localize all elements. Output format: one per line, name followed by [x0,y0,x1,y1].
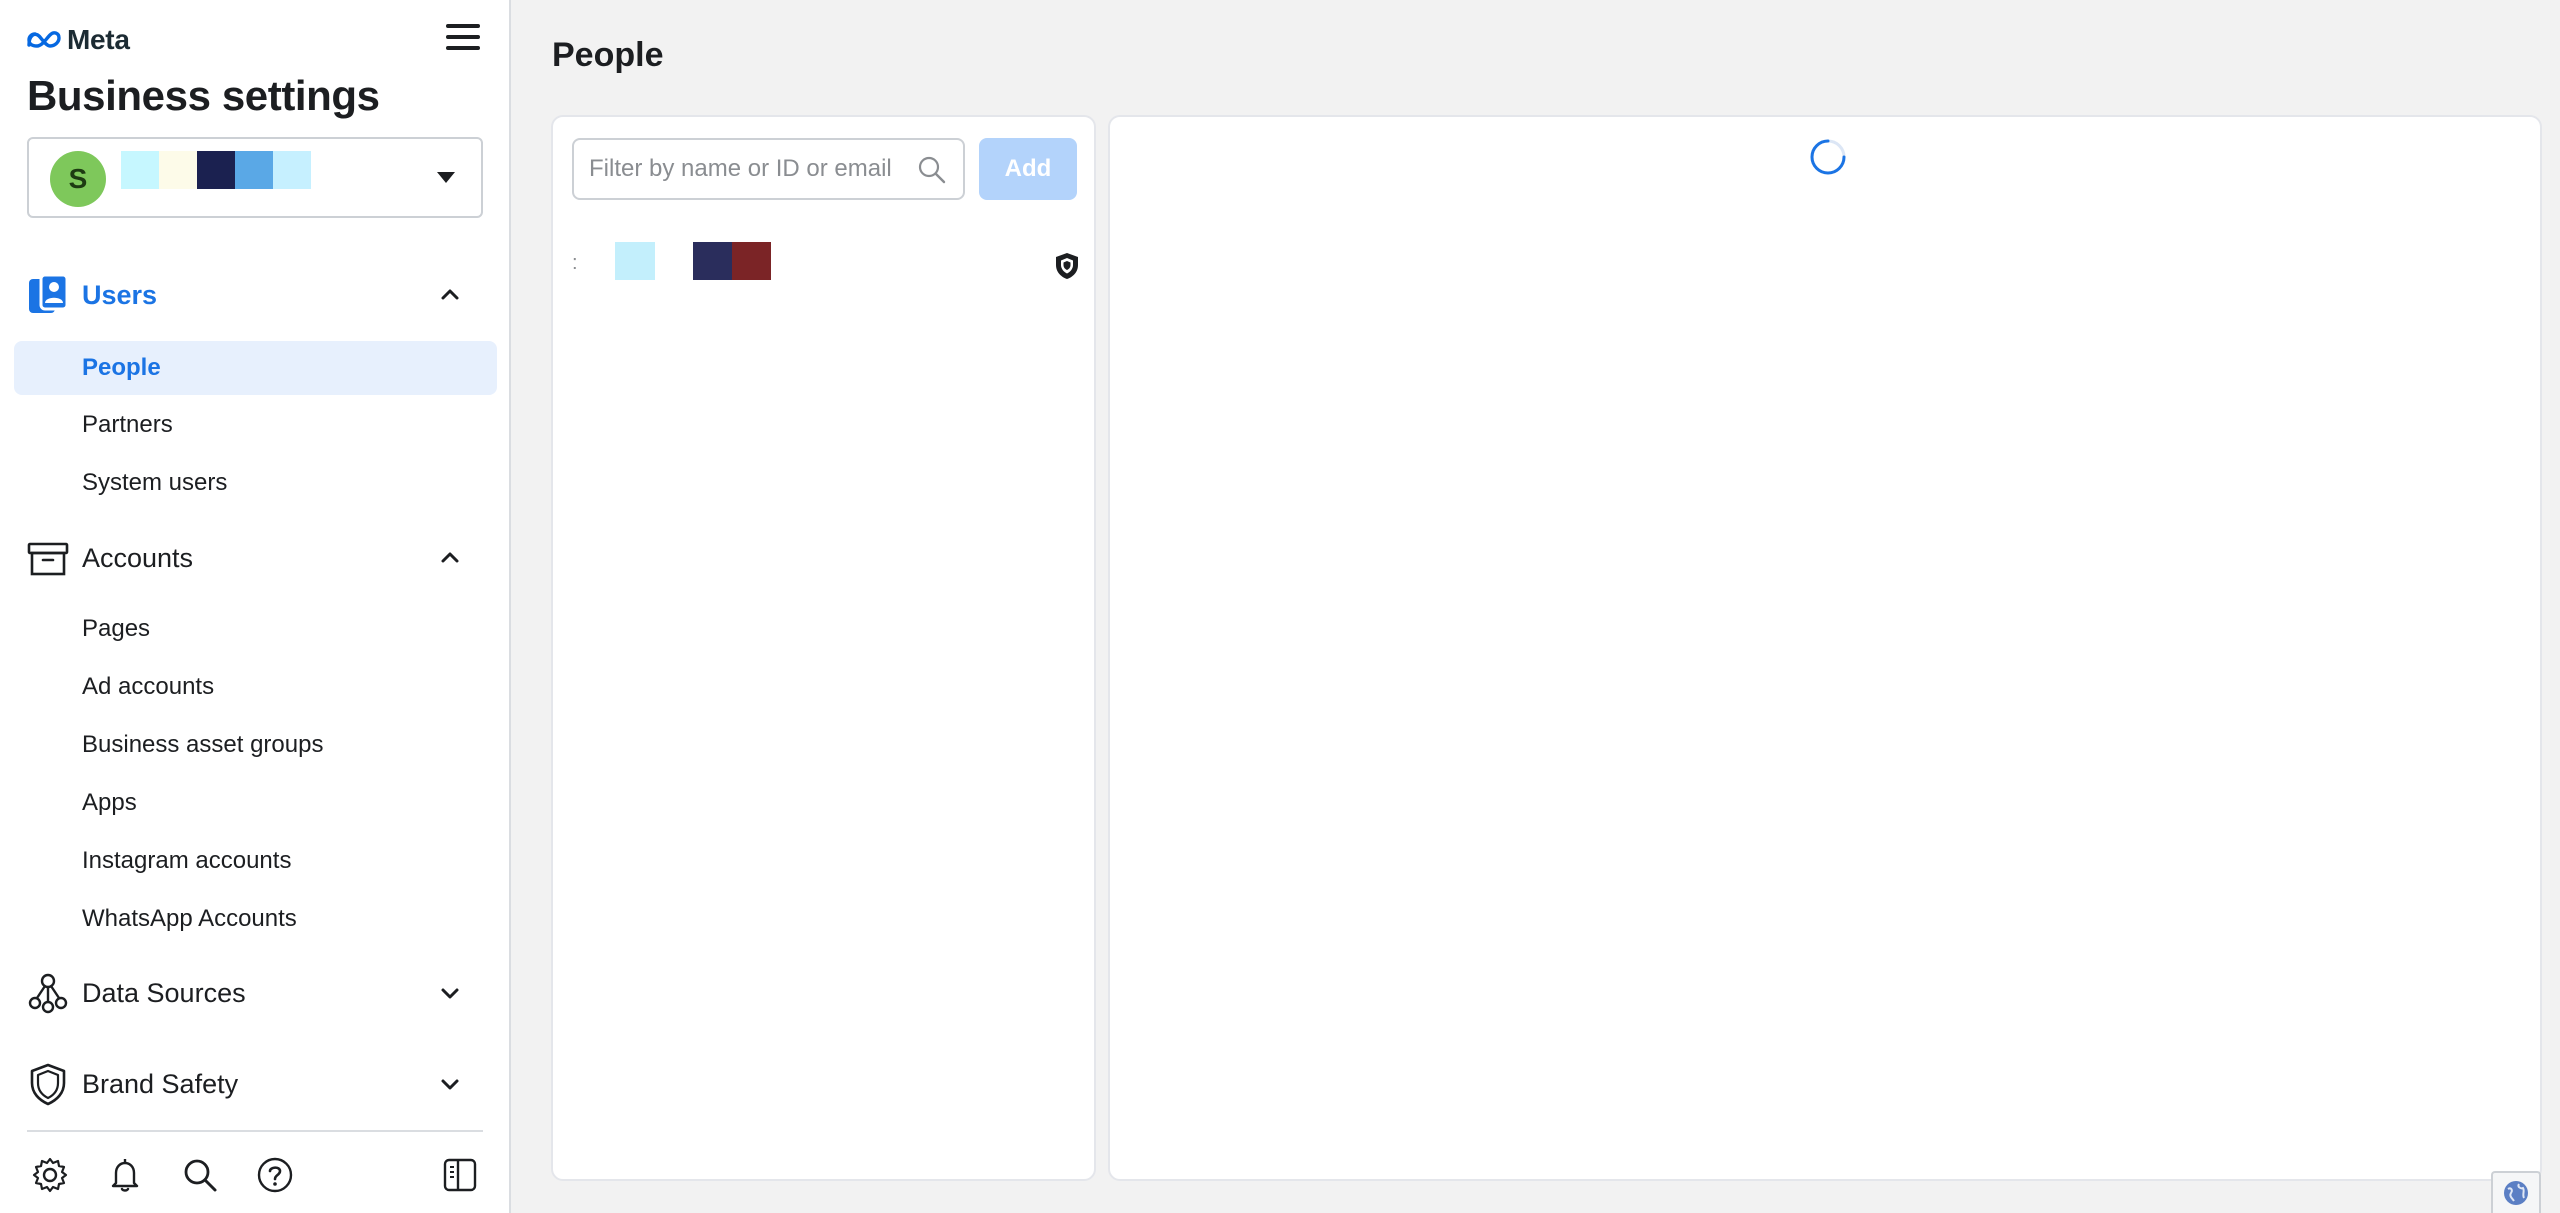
business-account-selector[interactable]: S [27,137,483,218]
person-detail-panel [1108,115,2542,1181]
redacted-account-name [121,151,311,189]
meta-logo-text: Meta [67,24,130,55]
people-search-box [572,138,965,200]
redacted-person-name [693,242,771,280]
nav-section-users[interactable]: Users [14,263,497,327]
nav-item-label: Apps [82,789,137,816]
chevron-down-icon[interactable] [438,1072,462,1096]
caret-down-icon [437,172,455,183]
page-title: People [552,36,664,74]
sidebar-footer [27,1130,483,1213]
sidebar-title: Business settings [27,72,380,119]
nav-item-label: System users [82,469,228,496]
sidebar: Meta Business settings S Users People Pa… [0,0,511,1213]
nav-section-brand-safety[interactable]: Brand Safety [14,1052,497,1116]
loading-spinner-icon [1810,139,1846,175]
nav-section-label: Users [82,279,158,310]
nav-item-label: Instagram accounts [82,847,292,874]
nav-item-system-users[interactable]: System users [14,456,497,510]
admin-shield-icon [1056,253,1078,279]
nav-section-label: Brand Safety [82,1068,239,1099]
list-item[interactable]: : [572,232,1080,302]
nav-item-business-asset-groups[interactable]: Business asset groups [14,718,497,772]
nav-section-data-sources[interactable]: Data Sources [14,961,497,1025]
language-globe-button[interactable] [2491,1171,2541,1213]
search-icon[interactable] [181,1156,219,1194]
chevron-up-icon[interactable] [438,283,462,307]
app-root: Meta Business settings S Users People Pa… [0,0,2560,1213]
people-list-panel: Add : [551,115,1096,1181]
people-search-input[interactable] [574,140,963,198]
nav-item-apps[interactable]: Apps [14,776,497,830]
chevron-down-icon[interactable] [438,981,462,1005]
menu-icon[interactable] [446,20,480,54]
nav-item-ad-accounts[interactable]: Ad accounts [14,660,497,714]
data-sources-icon [28,973,68,1014]
nav-item-pages[interactable]: Pages [14,602,497,656]
nav-item-label: Ad accounts [82,673,215,700]
nav-section-accounts[interactable]: Accounts [14,526,497,590]
nav-item-partners[interactable]: Partners [14,398,497,452]
search-icon [918,156,946,184]
nav-item-instagram-accounts[interactable]: Instagram accounts [14,834,497,888]
users-icon [29,273,69,313]
sidebar-toggle-icon[interactable] [441,1156,479,1194]
nav-item-label: Partners [82,411,173,438]
person-handle: : [572,252,578,274]
nav-item-label: Pages [82,615,151,642]
bell-icon[interactable] [106,1156,144,1194]
meta-logo[interactable]: Meta [27,24,130,56]
archive-box-icon [27,542,69,576]
redacted-avatar [615,242,655,280]
nav-section-label: Accounts [82,542,194,573]
add-people-button[interactable]: Add [979,138,1077,200]
meta-infinity-icon [27,31,61,48]
globe-icon [2504,1181,2528,1205]
business-avatar: S [50,151,106,207]
gear-icon[interactable] [31,1156,69,1194]
nav-item-people[interactable]: People [14,341,497,395]
nav-item-label: Business asset groups [82,731,324,758]
nav-section-label: Data Sources [82,977,246,1008]
help-icon[interactable] [256,1156,294,1194]
nav-item-whatsapp-accounts[interactable]: WhatsApp Accounts [14,892,497,946]
nav-item-label: People [82,354,161,381]
shield-icon [30,1063,66,1106]
nav-item-label: WhatsApp Accounts [82,905,297,932]
chevron-up-icon[interactable] [438,546,462,570]
